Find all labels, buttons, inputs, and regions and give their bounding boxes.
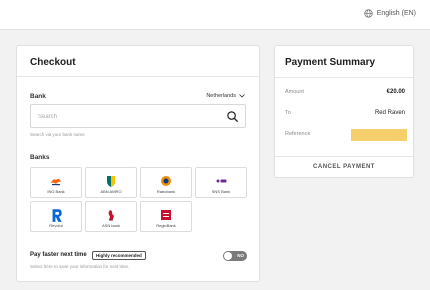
amount-label: Amount <box>285 89 304 95</box>
toggle-knob <box>224 252 232 260</box>
bank-search-box[interactable] <box>30 104 246 128</box>
language-selector[interactable]: English (EN) <box>364 9 416 18</box>
recipient-row: To Red Raven <box>285 110 405 120</box>
search-icon[interactable] <box>226 110 239 123</box>
sns-icon <box>216 179 227 183</box>
bank-tile-abn-amro[interactable]: ABN AMRO <box>85 167 137 198</box>
summary-title: Payment Summary <box>285 57 376 68</box>
bank-name: ABN AMRO <box>100 189 122 194</box>
to-value: Red Raven <box>374 110 405 116</box>
bank-tile-ing[interactable]: ING Bank <box>30 167 82 198</box>
search-helper-text: Search via your bank name <box>30 132 85 137</box>
bank-grid: ING Bank ABN AMRO Rabobank SNS Bank Revo… <box>30 167 247 232</box>
pay-faster-label: Pay faster next time <box>30 252 87 258</box>
summary-divider <box>275 77 413 78</box>
amount-row: Amount €20.00 <box>285 89 405 99</box>
regiobank-icon <box>161 210 171 220</box>
amount-value: €20.00 <box>386 89 405 95</box>
revolut-icon <box>52 209 62 222</box>
reference-field <box>351 129 407 141</box>
bank-tile-asn[interactable]: ASN bank <box>85 201 137 232</box>
top-bar: English (EN) <box>0 0 430 30</box>
checkout-title: Checkout <box>30 57 76 68</box>
bank-search-input[interactable] <box>38 111 218 123</box>
bank-name: RegioBank <box>156 223 176 228</box>
to-label: To <box>285 110 291 116</box>
save-info-toggle[interactable]: NO <box>223 251 247 261</box>
checkout-card: Checkout Bank Netherlands Search via you… <box>16 45 260 282</box>
bank-tile-revolut[interactable]: Revolut <box>30 201 82 232</box>
chevron-down-icon <box>239 94 245 98</box>
bank-name: ASN bank <box>101 223 120 228</box>
ing-lion-icon <box>51 178 61 186</box>
checkout-divider <box>17 76 259 77</box>
asn-bank-icon <box>108 210 114 221</box>
reference-label: Reference <box>285 131 311 137</box>
cancel-payment-button[interactable]: CANCEL PAYMENT <box>275 157 413 177</box>
banks-label: Banks <box>30 154 50 161</box>
bank-tile-regiobank[interactable]: RegioBank <box>140 201 192 232</box>
toggle-text: NO <box>237 253 244 258</box>
bank-tile-rabobank[interactable]: Rabobank <box>140 167 192 198</box>
abn-amro-shield-icon <box>107 176 115 187</box>
bank-name: ING Bank <box>47 189 65 194</box>
bank-name: Revolut <box>49 223 63 228</box>
bank-name: Rabobank <box>156 189 176 194</box>
bank-label: Bank <box>30 93 46 100</box>
payment-summary-card: Payment Summary Amount €20.00 To Red Rav… <box>274 45 414 178</box>
globe-icon <box>364 9 373 18</box>
bank-name: SNS Bank <box>211 189 231 194</box>
language-label: English (EN) <box>376 10 416 17</box>
rabobank-icon <box>161 176 171 186</box>
country-selector[interactable]: Netherlands <box>206 93 245 99</box>
recommended-badge: Highly recommended <box>92 251 146 260</box>
bank-tile-sns[interactable]: SNS Bank <box>195 167 247 198</box>
pay-faster-helper: Select here to save your information for… <box>30 264 130 269</box>
country-label: Netherlands <box>206 93 236 99</box>
